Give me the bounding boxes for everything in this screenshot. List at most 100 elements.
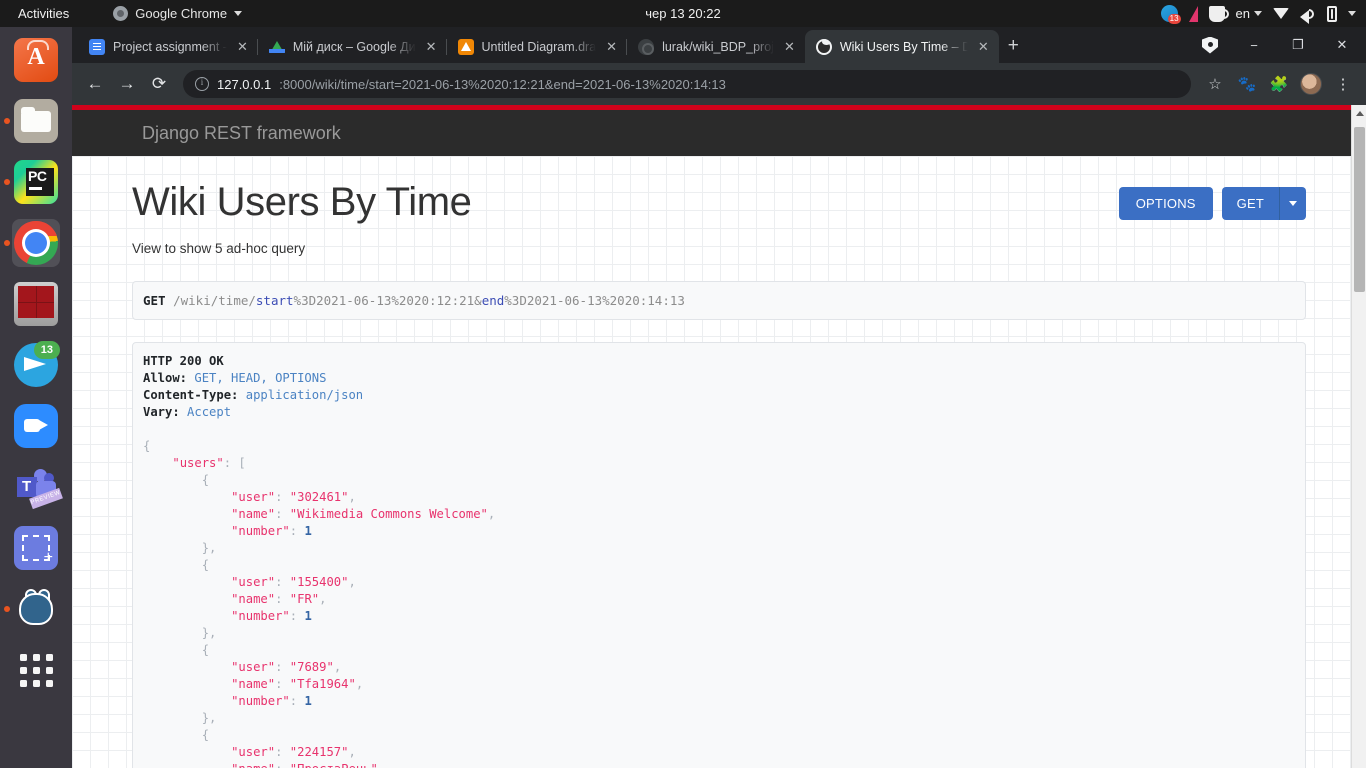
chrome-window: Project assignment - ✕ Мій диск – Google… xyxy=(72,27,1366,768)
forward-button[interactable]: → xyxy=(112,69,142,99)
dock-item-microsoft-teams[interactable]: T PREVIEW xyxy=(12,463,63,511)
tab-google-drive[interactable]: Мій диск – Google Ди ✕ xyxy=(258,30,447,63)
dock-item-files[interactable] xyxy=(4,97,60,145)
microsoft-teams-icon: T PREVIEW xyxy=(14,465,63,510)
brand-link[interactable]: Django REST framework xyxy=(142,123,341,144)
reload-button[interactable]: ⟳ xyxy=(144,69,174,99)
keyboard-layout-indicator[interactable]: en xyxy=(1236,6,1262,21)
url-host: 127.0.0.1 xyxy=(217,76,272,92)
chevron-down-icon xyxy=(234,11,243,16)
user-2-name: "Tfa1964" xyxy=(289,677,356,691)
request-box: GET /wiki/time/start%3D2021-06-13%2020:1… xyxy=(132,281,1306,320)
tab-strip: Project assignment - ✕ Мій диск – Google… xyxy=(72,27,1366,63)
scrollbar-thumb[interactable] xyxy=(1354,127,1365,292)
extensions-puzzle-icon[interactable]: 🧩 xyxy=(1264,69,1294,99)
request-start-value: %3D2021-06-13%2020:12:21& xyxy=(293,293,482,308)
options-button[interactable]: OPTIONS xyxy=(1118,187,1213,220)
page-content: Wiki Users By Time View to show 5 ad-hoc… xyxy=(72,156,1366,768)
dock-item-zoom[interactable] xyxy=(12,402,60,450)
bookmark-star-icon[interactable]: ☆ xyxy=(1200,69,1230,99)
tab-untitled-diagram[interactable]: Untitled Diagram.dra ✕ xyxy=(447,30,628,63)
google-drive-icon xyxy=(268,39,285,55)
dock-item-ubuntu-software[interactable] xyxy=(12,36,60,84)
user-1-number: 1 xyxy=(304,609,312,623)
get-dropdown-toggle[interactable] xyxy=(1279,187,1306,220)
site-info-icon[interactable] xyxy=(195,77,209,91)
user-3-name: "ПростаРечь" xyxy=(290,762,378,768)
response-header-vary: Vary: Accept xyxy=(143,405,232,419)
files-icon xyxy=(14,99,58,143)
user-2-number: 1 xyxy=(304,694,312,708)
profile-avatar[interactable] xyxy=(1296,69,1326,99)
tab-github-repo[interactable]: lurak/wiki_BDP_proj ✕ xyxy=(627,30,805,63)
new-tab-button[interactable]: + xyxy=(1008,36,1019,55)
telegram-unread-badge: 13 xyxy=(33,341,60,359)
chevron-down-icon xyxy=(1254,11,1262,16)
google-chrome-icon xyxy=(14,221,58,265)
app-menu-label: Google Chrome xyxy=(135,6,228,21)
django-rest-framework-icon xyxy=(815,38,832,55)
activities-button[interactable]: Activities xyxy=(10,4,77,23)
tab-close-icon[interactable]: ✕ xyxy=(782,40,797,53)
maximize-button[interactable]: ❐ xyxy=(1278,29,1318,61)
page-scrollbar[interactable] xyxy=(1351,105,1366,768)
drawio-icon xyxy=(457,38,474,55)
url-path: :8000/wiki/time/start=2021-06-13%2020:12… xyxy=(279,76,726,92)
chrome-menu-icon[interactable]: ⋮ xyxy=(1328,69,1358,99)
github-icon xyxy=(638,38,655,55)
screen: Activities Google Chrome чер 13 20:22 13… xyxy=(0,0,1366,768)
user-0-number: 1 xyxy=(304,524,312,538)
system-tray: 13 en xyxy=(1160,0,1356,27)
telegram-tray-icon[interactable]: 13 xyxy=(1160,5,1181,24)
todoist-tray-icon[interactable] xyxy=(1188,5,1198,22)
page-description: View to show 5 ad-hoc query xyxy=(132,241,306,256)
site-navbar: Django REST framework xyxy=(72,110,1366,156)
tab-title: Untitled Diagram.dra xyxy=(481,39,597,54)
tab-title: Project assignment - xyxy=(113,39,227,54)
dock-item-google-chrome[interactable] xyxy=(4,219,60,267)
dock-item-telegram[interactable]: 13 xyxy=(12,341,60,389)
dock-item-terminal[interactable] xyxy=(12,280,60,328)
tab-title: lurak/wiki_BDP_proj xyxy=(662,39,774,54)
battery-icon[interactable] xyxy=(1327,5,1337,22)
pycharm-icon: PC xyxy=(14,160,58,204)
ubuntu-software-icon xyxy=(14,38,58,82)
get-button-group: GET xyxy=(1221,187,1306,220)
ubuntu-dock: PC 13 T PREVIEW xyxy=(0,27,72,768)
telegram-icon: 13 xyxy=(14,341,60,387)
tab-close-icon[interactable]: ✕ xyxy=(604,40,619,53)
request-path: /wiki/time/ xyxy=(173,293,256,308)
gnome-extension-icon[interactable]: 🐾 xyxy=(1232,69,1262,99)
user-1-name: "FR" xyxy=(289,592,320,606)
tab-wiki-users-by-time[interactable]: Wiki Users By Time – D ✕ xyxy=(804,30,999,63)
close-window-button[interactable]: ✕ xyxy=(1322,29,1362,61)
dock-item-show-applications[interactable] xyxy=(12,646,60,694)
tab-close-icon[interactable]: ✕ xyxy=(424,40,439,53)
tab-close-icon[interactable]: ✕ xyxy=(976,40,991,53)
request-method: GET xyxy=(143,293,166,308)
volume-icon[interactable] xyxy=(1300,7,1316,24)
address-bar[interactable]: 127.0.0.1 :8000/wiki/time/start=2021-06-1… xyxy=(183,70,1191,98)
tab-project-assignment[interactable]: Project assignment - ✕ xyxy=(78,30,258,63)
tab-close-icon[interactable]: ✕ xyxy=(235,40,250,53)
minimize-button[interactable]: − xyxy=(1234,29,1274,61)
response-header-content-type: Content-Type: application/json xyxy=(143,388,364,402)
user-1-user: "155400" xyxy=(289,575,349,589)
dock-item-postgresql[interactable] xyxy=(4,585,60,633)
scrollbar-up-arrow-icon[interactable] xyxy=(1352,105,1366,121)
get-button[interactable]: GET xyxy=(1221,187,1279,220)
dock-item-screenshot[interactable]: + xyxy=(12,524,60,572)
request-end-key: end xyxy=(481,293,505,308)
keyboard-layout-label: en xyxy=(1235,6,1250,21)
user-3-user: "224157" xyxy=(289,745,349,759)
telegram-tray-badge: 13 xyxy=(1167,14,1181,24)
caffeine-tray-icon[interactable] xyxy=(1208,5,1229,22)
back-button[interactable]: ← xyxy=(80,69,110,99)
wifi-icon[interactable] xyxy=(1273,8,1289,19)
gnome-top-bar: Activities Google Chrome чер 13 20:22 13… xyxy=(0,0,1366,27)
app-menu-chrome[interactable]: Google Chrome xyxy=(113,6,243,21)
dock-item-pycharm[interactable]: PC xyxy=(4,158,60,206)
system-menu-chevron-icon[interactable] xyxy=(1348,11,1356,16)
profile-shield-icon[interactable] xyxy=(1190,29,1230,61)
running-indicator-dot xyxy=(4,179,10,185)
